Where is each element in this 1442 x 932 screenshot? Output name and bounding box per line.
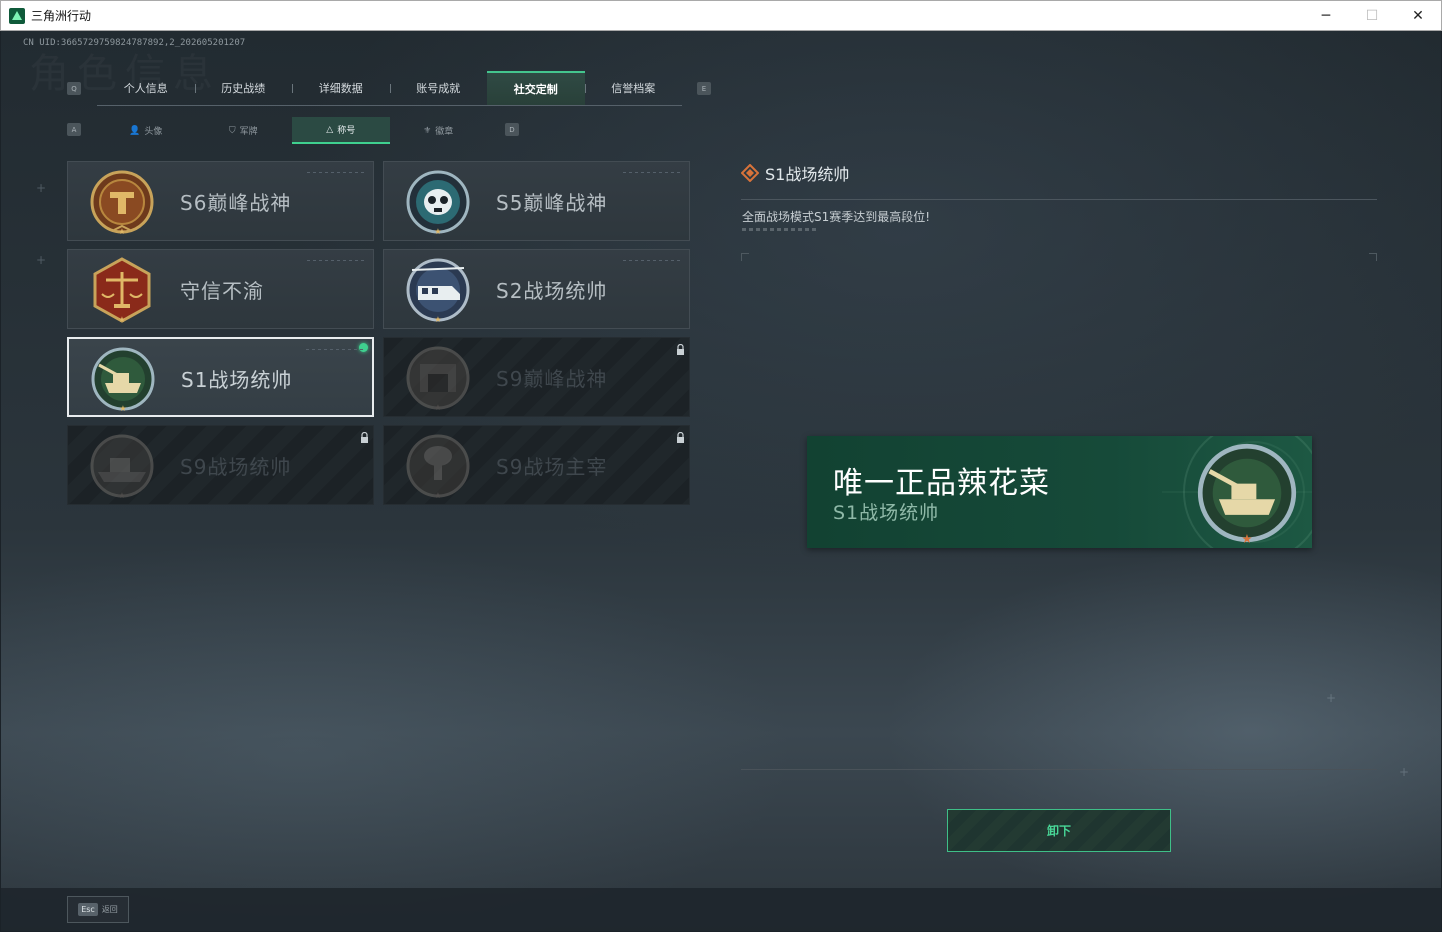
unequip-button[interactable]: 卸下	[947, 809, 1171, 852]
helicopter-badge-icon: ★	[406, 258, 470, 324]
detail-title: S1战场统帅	[765, 165, 850, 184]
bottom-bar: Esc 返回	[1, 888, 1441, 931]
dogtag-icon: ⛉	[228, 125, 236, 136]
svg-text:★: ★	[434, 315, 441, 324]
subtab-title[interactable]: △ 称号	[292, 117, 390, 144]
detail-description: 全面战场模式S1赛季达到最高段位!	[742, 210, 931, 224]
title-label: S2战场统帅	[496, 278, 608, 303]
detail-header: S1战场统帅	[741, 161, 849, 185]
maximize-button[interactable]: ☐	[1349, 1, 1395, 31]
subtab-avatar[interactable]: 👤 头像	[97, 117, 195, 144]
lock-icon	[677, 344, 684, 355]
uid-text: CN UID:3665729759824787892,2_20260520120…	[23, 38, 246, 48]
esc-key-hint: Esc	[78, 903, 98, 916]
frame-corner	[741, 253, 749, 261]
svg-text:★: ★	[434, 227, 441, 236]
keyhint-next-tab: E	[697, 82, 711, 95]
svg-text:★: ★	[119, 404, 126, 413]
title-card[interactable]: ★ S6巅峰战神	[67, 161, 374, 241]
equipped-indicator	[359, 343, 368, 352]
svg-text:★: ★	[1241, 531, 1252, 546]
divider	[742, 228, 818, 231]
title-label: S1战场统帅	[181, 367, 293, 392]
sub-tab-bar: 👤 头像 ⛉ 军牌 △ 称号 ⚜ 徽章	[97, 117, 487, 144]
divider	[741, 769, 1377, 770]
tab-achievements[interactable]: 账号成就	[389, 71, 488, 105]
keyhint-prev-subtab: A	[67, 123, 81, 136]
title-label: S9战场统帅	[180, 454, 292, 479]
app-logo-icon	[9, 7, 25, 24]
lock-icon	[677, 432, 684, 443]
subtab-label: 头像	[144, 127, 163, 137]
skull-badge-icon: ★	[406, 170, 470, 236]
subtab-label: 徽章	[435, 127, 454, 137]
subtab-badge[interactable]: ⚜ 徽章	[390, 117, 488, 144]
subtab-dogtag[interactable]: ⛉ 军牌	[195, 117, 293, 144]
svg-text:★: ★	[434, 403, 441, 412]
person-icon: 👤	[129, 125, 141, 136]
title-card[interactable]: ★ S5巅峰战神	[383, 161, 690, 241]
wings-icon: ⚜	[423, 125, 432, 136]
window-controls: ─ ☐ ✕	[1303, 1, 1441, 31]
window-titlebar: 三角洲行动 ─ ☐ ✕	[0, 0, 1442, 31]
keyhint-next-subtab: D	[505, 123, 519, 136]
subtab-label: 称号	[337, 126, 356, 136]
title-label: S9巅峰战神	[496, 366, 608, 391]
title-card[interactable]: ★ S9巅峰战神	[383, 337, 690, 417]
minimize-button[interactable]: ─	[1303, 1, 1349, 31]
window-title: 三角洲行动	[31, 9, 92, 23]
title-card[interactable]: ★ S1战场统帅	[67, 337, 374, 417]
triangle-icon: △	[326, 124, 334, 135]
tank-badge-icon: ★	[1197, 443, 1297, 546]
svg-text:★: ★	[118, 227, 125, 236]
tab-match-history[interactable]: 历史战绩	[194, 71, 293, 105]
frame-corner	[1369, 253, 1377, 261]
tab-detailed-stats[interactable]: 详细数据	[292, 71, 390, 105]
svg-text:★: ★	[118, 315, 125, 324]
tank-badge-icon: ★	[91, 347, 155, 413]
tab-social-custom[interactable]: 社交定制	[487, 71, 585, 105]
title-label: S9战场主宰	[496, 454, 608, 479]
tab-credit-record[interactable]: 信誉档案	[584, 71, 683, 105]
title-label: 守信不渝	[180, 278, 264, 303]
rank-diamond-icon	[741, 164, 759, 182]
title-label: S5巅峰战神	[496, 190, 608, 215]
back-label: 返回	[101, 905, 118, 914]
keyhint-prev-tab: Q	[67, 82, 81, 95]
title-card[interactable]: ★ S9战场统帅	[67, 425, 374, 505]
warship-badge-icon: ★	[90, 434, 154, 500]
shield-badge-icon: ★	[90, 170, 154, 236]
back-button[interactable]: Esc 返回	[67, 896, 129, 923]
title-card[interactable]: ★ S2战场统帅	[383, 249, 690, 329]
title-card[interactable]: ★ S9战场主宰	[383, 425, 690, 505]
title-label: S6巅峰战神	[180, 190, 292, 215]
lock-icon	[361, 432, 368, 443]
divider	[741, 199, 1377, 200]
crosshair-deco-icon: +	[36, 253, 47, 267]
crosshair-deco-icon: +	[36, 181, 47, 195]
nameplate-player-name: 唯一正品辣花菜	[833, 466, 1050, 501]
svg-text:★: ★	[434, 491, 441, 500]
nameplate-title: S1战场统帅	[833, 502, 940, 524]
tab-personal-info[interactable]: 个人信息	[97, 71, 195, 105]
svg-text:★: ★	[118, 491, 125, 500]
scales-badge-icon: ★	[93, 257, 151, 324]
title-card[interactable]: ★ 守信不渝	[67, 249, 374, 329]
crosshair-deco-icon: +	[1326, 691, 1337, 705]
fortress-badge-icon: ★	[406, 346, 470, 412]
close-button[interactable]: ✕	[1395, 1, 1441, 31]
crosshair-deco-icon: +	[1399, 765, 1410, 779]
nameplate-preview: 唯一正品辣花菜 S1战场统帅 ★	[807, 436, 1312, 548]
title-grid: ★ S6巅峰战神 ★ S5巅峰战神 ★ 守信不渝 ★ S2战场统帅 ★ S1战场…	[67, 161, 690, 505]
mushroom-cloud-badge-icon: ★	[406, 434, 470, 500]
game-screen: 角色信息 CN UID:3665729759824787892,2_202605…	[1, 31, 1441, 931]
main-tab-bar: 个人信息 历史战绩 详细数据 账号成就 社交定制 信誉档案	[97, 71, 682, 106]
subtab-label: 军牌	[239, 127, 258, 137]
